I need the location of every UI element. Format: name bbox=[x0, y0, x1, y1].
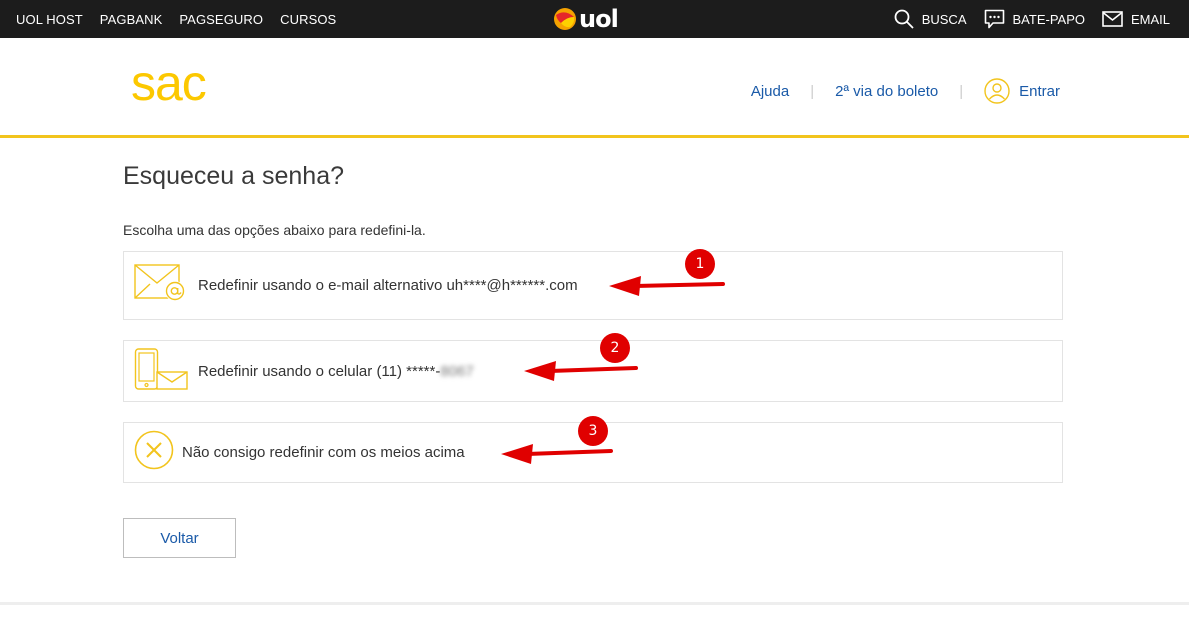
top-right-menu: BUSCA BATE-PAPO EMAIL bbox=[894, 0, 1170, 38]
ajuda-link[interactable]: Ajuda bbox=[751, 83, 789, 100]
email-at-icon bbox=[134, 264, 188, 307]
option-celular[interactable]: Redefinir usando o celular (11) *****-80… bbox=[123, 340, 1063, 402]
nav-separator: | bbox=[959, 82, 964, 100]
footer-divider bbox=[0, 602, 1189, 605]
annotation-badge-3: 3 bbox=[578, 416, 608, 446]
page-subtitle: Escolha uma das opções abaixo para redef… bbox=[123, 222, 426, 238]
option-email-alternativo[interactable]: Redefinir usando o e-mail alternativo uh… bbox=[123, 251, 1063, 320]
top-bar: UOL HOST PAGBANK PAGSEGURO CURSOS uol BU… bbox=[0, 0, 1189, 38]
voltar-button[interactable]: Voltar bbox=[123, 518, 236, 558]
mail-icon bbox=[1102, 11, 1123, 27]
nav-separator: | bbox=[810, 82, 815, 100]
user-icon bbox=[984, 78, 1010, 104]
uol-ball-icon bbox=[554, 8, 576, 30]
top-nav: UOL HOST PAGBANK PAGSEGURO CURSOS bbox=[16, 0, 336, 38]
header-nav: Ajuda | 2ª via do boleto | Entrar bbox=[751, 78, 1060, 104]
phone-number-hidden: 8067 bbox=[440, 362, 474, 380]
option-celular-label: Redefinir usando o celular (11) *****-80… bbox=[198, 363, 474, 380]
busca-button[interactable]: BUSCA bbox=[894, 9, 967, 29]
busca-label: BUSCA bbox=[921, 11, 967, 27]
entrar-label: Entrar bbox=[1019, 82, 1060, 100]
email-label: EMAIL bbox=[1130, 11, 1170, 27]
page-title: Esqueceu a senha? bbox=[123, 162, 345, 190]
uol-logo-text: uol bbox=[579, 5, 619, 33]
top-link-pagbank[interactable]: PAGBANK bbox=[100, 12, 163, 27]
uol-logo[interactable]: uol bbox=[553, 4, 619, 34]
sac-logo[interactable]: sac bbox=[131, 58, 207, 108]
top-link-uol-host[interactable]: UOL HOST bbox=[16, 12, 83, 27]
entrar-link[interactable]: Entrar bbox=[984, 78, 1060, 104]
search-icon bbox=[894, 9, 914, 29]
bate-papo-label: BATE-PAPO bbox=[1012, 11, 1085, 27]
top-link-pagseguro[interactable]: PAGSEGURO bbox=[179, 12, 263, 27]
sac-header: sac Ajuda | 2ª via do boleto | Entrar bbox=[0, 38, 1189, 138]
close-circle-icon bbox=[134, 430, 174, 475]
annotation-badge-1: 1 bbox=[685, 249, 715, 279]
chat-icon bbox=[984, 9, 1004, 29]
annotation-badge-2: 2 bbox=[600, 333, 630, 363]
top-link-cursos[interactable]: CURSOS bbox=[280, 12, 336, 27]
option-email-label: Redefinir usando o e-mail alternativo uh… bbox=[198, 277, 578, 294]
option-nao-consigo-label: Não consigo redefinir com os meios acima bbox=[182, 444, 465, 461]
phone-number-prefix: Redefinir usando o celular (11) *****- bbox=[198, 362, 441, 380]
bate-papo-button[interactable]: BATE-PAPO bbox=[984, 9, 1085, 29]
phone-message-icon bbox=[134, 347, 188, 395]
email-button[interactable]: EMAIL bbox=[1102, 11, 1170, 27]
segunda-via-boleto-link[interactable]: 2ª via do boleto bbox=[835, 83, 938, 100]
